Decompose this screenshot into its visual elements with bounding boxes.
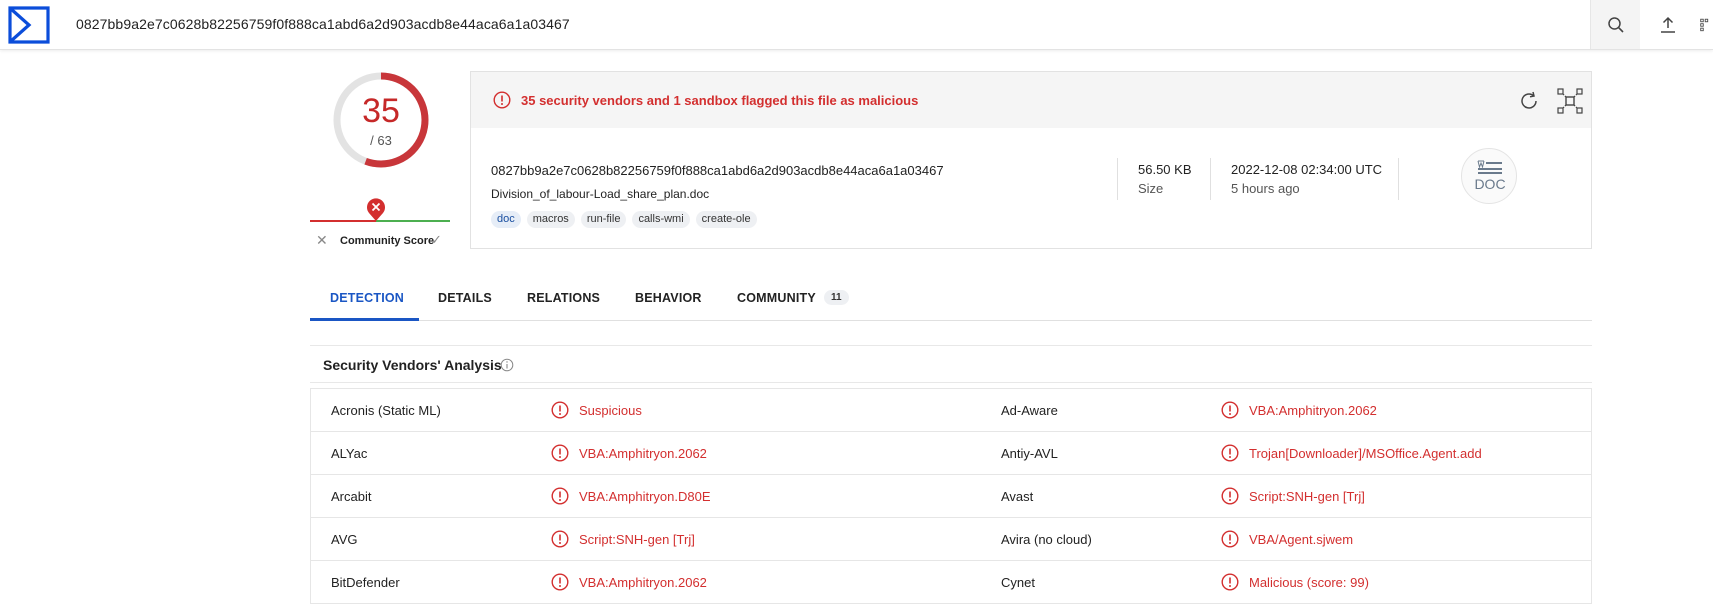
upload-button[interactable] [1645, 0, 1691, 49]
tag-run-file[interactable]: run-file [580, 211, 627, 228]
tag-calls-wmi[interactable]: calls-wmi [632, 211, 690, 228]
vendor-result: VBA:Amphitryon.D80E [579, 489, 711, 504]
vendor-row: AVG Script:SNH-gen [Trj] Avira (no cloud) V… [311, 518, 1591, 561]
alert-circle-icon [1221, 530, 1239, 548]
active-tab-indicator [310, 318, 419, 321]
vote-down-icon[interactable]: ✕ [316, 232, 328, 249]
vendor-name: Avira (no cloud) [1001, 532, 1092, 547]
vendor-name: Ad-Aware [1001, 403, 1058, 418]
vendor-row: Acronis (Static ML) Suspicious Ad-Aware VBA… [311, 389, 1591, 432]
apps-grid-icon [1700, 18, 1709, 31]
community-score-label: Community Score [340, 235, 435, 247]
vendor-result: Suspicious [579, 403, 642, 418]
alert-circle-icon [551, 444, 569, 462]
graph-icon[interactable] [1557, 88, 1583, 114]
analysis-relative-time: 5 hours ago [1231, 181, 1300, 196]
vendor-result: VBA:Amphitryon.2062 [1249, 403, 1377, 418]
vendor-name: Antiy-AVL [1001, 446, 1058, 461]
file-name: Division_of_labour-Load_share_plan.doc [491, 187, 710, 201]
search-icon [1607, 16, 1624, 33]
vote-up-icon[interactable]: ✓ [431, 232, 442, 248]
file-summary-card: 35 security vendors and 1 sandbox flagge… [470, 71, 1592, 249]
tab-detection[interactable]: DETECTION [330, 291, 404, 305]
vendor-name: Avast [1001, 489, 1034, 504]
tab-behavior[interactable]: BEHAVIOR [635, 291, 702, 305]
file-size-label: Size [1138, 181, 1164, 196]
alert-circle-icon [551, 530, 569, 548]
alert-circle-icon [1221, 401, 1239, 419]
divider [1210, 158, 1211, 200]
alert-circle-icon [1221, 487, 1239, 505]
vendors-section-header: Security Vendors' Analysis [310, 345, 1592, 383]
alert-message: 35 security vendors and 1 sandbox flagge… [521, 93, 919, 108]
detection-total: / 63 [370, 133, 392, 148]
file-tags: doc macros run-file calls-wmi create-ole [491, 211, 757, 228]
vendor-result: Script:SNH-gen [Trj] [1249, 489, 1365, 504]
vendor-result: Trojan[Downloader]/MSOffice.Agent.add [1249, 446, 1482, 461]
tab-community[interactable]: COMMUNITY [737, 291, 816, 305]
alert-circle-icon [551, 573, 569, 591]
vendor-row: Arcabit VBA:Amphitryon.D80E Avast Script:SN… [311, 475, 1591, 518]
alert-circle-icon [1221, 573, 1239, 591]
analysis-date: 2022-12-08 02:34:00 UTC [1231, 162, 1383, 177]
vendor-result: Malicious (score: 99) [1249, 575, 1369, 590]
search-input[interactable]: 0827bb9a2e7c0628b82256759f0f888ca1abd6a2… [76, 16, 570, 32]
vendor-name: Arcabit [331, 489, 372, 504]
alert-circle-icon [493, 91, 511, 109]
tab-bar: DETECTION DETAILS RELATIONS BEHAVIOR COM… [310, 285, 1592, 321]
community-positive-bar [376, 220, 450, 222]
community-marker-icon [367, 198, 385, 221]
doc-icon-label: DOC [1474, 176, 1505, 192]
top-bar: 0827bb9a2e7c0628b82256759f0f888ca1abd6a2… [0, 0, 1713, 50]
section-title: Security Vendors' Analysis [323, 357, 502, 373]
alert-banner: 35 security vendors and 1 sandbox flagge… [471, 72, 1591, 128]
upload-icon [1661, 16, 1675, 33]
tab-relations[interactable]: RELATIONS [527, 291, 600, 305]
divider [1398, 158, 1399, 200]
detection-count: 35 [362, 92, 400, 130]
apps-menu-button[interactable] [1700, 0, 1713, 49]
info-icon[interactable] [500, 358, 514, 372]
alert-circle-icon [1221, 444, 1239, 462]
tag-macros[interactable]: macros [526, 211, 575, 228]
alert-circle-icon [551, 401, 569, 419]
vendor-row: ALYac VBA:Amphitryon.2062 Antiy-AVL Trojan[… [311, 432, 1591, 475]
vendor-name: Cynet [1001, 575, 1035, 590]
tag-create-ole[interactable]: create-ole [695, 211, 757, 228]
tab-details[interactable]: DETAILS [438, 291, 492, 305]
tag-doc[interactable]: doc [491, 211, 521, 228]
vendor-name: Acronis (Static ML) [331, 403, 441, 418]
vendor-name: BitDefender [331, 575, 400, 590]
file-size-value: 56.50 KB [1138, 162, 1192, 177]
community-count-badge: 11 [824, 290, 849, 305]
vendor-name: AVG [331, 532, 358, 547]
vendor-name: ALYac [331, 446, 368, 461]
vendor-result: Script:SNH-gen [Trj] [579, 532, 695, 547]
vendor-row: BitDefender VBA:Amphitryon.2062 Cynet Malic… [311, 561, 1591, 604]
file-hash: 0827bb9a2e7c0628b82256759f0f888ca1abd6a2… [491, 163, 944, 178]
vendor-result: VBA:Amphitryon.2062 [579, 446, 707, 461]
vendor-result: VBA:Amphitryon.2062 [579, 575, 707, 590]
reanalyze-icon[interactable] [1518, 90, 1540, 112]
vendor-result: VBA/Agent.sjwem [1249, 532, 1354, 547]
vendor-table: Acronis (Static ML) Suspicious Ad-Aware VBA… [310, 388, 1592, 604]
doc-file-icon: DOC [1461, 148, 1517, 204]
virustotal-logo[interactable] [8, 6, 50, 44]
alert-circle-icon [551, 487, 569, 505]
divider [1117, 158, 1118, 200]
search-button[interactable] [1590, 0, 1640, 49]
